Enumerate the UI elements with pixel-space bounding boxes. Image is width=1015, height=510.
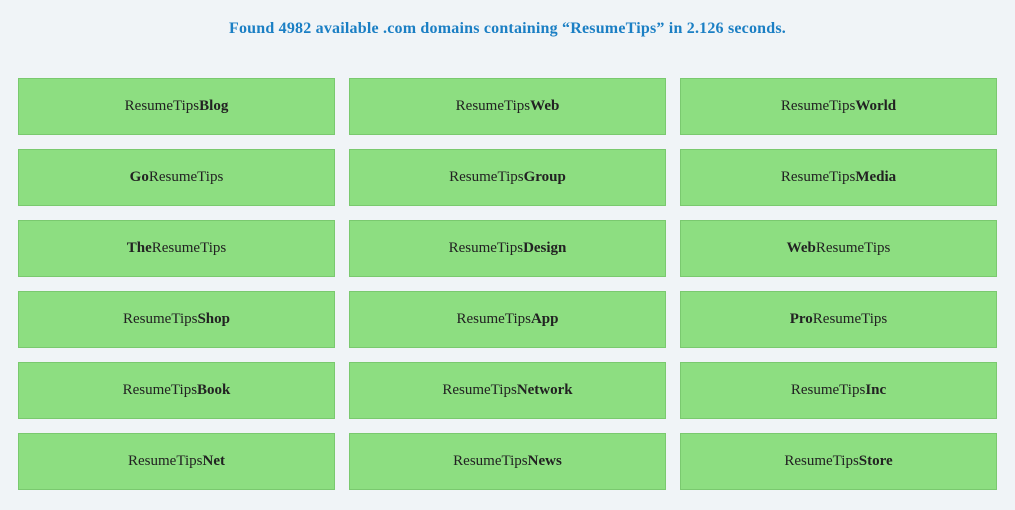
domain-card[interactable]: ResumeTipsNet — [18, 433, 335, 490]
domain-suffix: Shop — [197, 311, 230, 327]
domain-base: ResumeTips — [816, 240, 890, 256]
domain-base: ResumeTips — [457, 311, 531, 327]
domain-base: ResumeTips — [791, 382, 865, 398]
domain-card[interactable]: ResumeTipsBook — [18, 362, 335, 419]
domain-base: ResumeTips — [449, 240, 523, 256]
domain-card[interactable]: GoResumeTips — [18, 149, 335, 206]
domain-prefix: Web — [787, 240, 816, 256]
domain-prefix: Pro — [790, 311, 813, 327]
domain-base: ResumeTips — [784, 453, 858, 469]
domain-suffix: Net — [202, 453, 225, 469]
domain-suffix: Design — [523, 240, 566, 256]
domain-suffix: Media — [855, 169, 896, 185]
domain-suffix: Store — [859, 453, 893, 469]
domain-suffix: News — [528, 453, 562, 469]
domain-suffix: Web — [530, 98, 559, 114]
domain-suffix: World — [855, 98, 896, 114]
domain-base: ResumeTips — [442, 382, 516, 398]
domain-card[interactable]: ResumeTipsMedia — [680, 149, 997, 206]
domain-card[interactable]: ResumeTipsNews — [349, 433, 666, 490]
domain-suffix: Book — [197, 382, 230, 398]
domain-base: ResumeTips — [123, 382, 197, 398]
domain-base: ResumeTips — [123, 311, 197, 327]
domain-suffix: Inc — [865, 382, 886, 398]
domain-base: ResumeTips — [813, 311, 887, 327]
domain-prefix: Go — [130, 169, 149, 185]
domain-card[interactable]: ProResumeTips — [680, 291, 997, 348]
domain-prefix: The — [127, 240, 152, 256]
domain-base: ResumeTips — [149, 169, 223, 185]
domain-card[interactable]: ResumeTipsShop — [18, 291, 335, 348]
domain-base: ResumeTips — [128, 453, 202, 469]
domain-suffix: Blog — [199, 98, 228, 114]
domain-card[interactable]: ResumeTipsBlog — [18, 78, 335, 135]
domain-card[interactable]: ResumeTipsWeb — [349, 78, 666, 135]
domain-card[interactable]: WebResumeTips — [680, 220, 997, 277]
domain-base: ResumeTips — [781, 169, 855, 185]
domain-base: ResumeTips — [152, 240, 226, 256]
domain-card[interactable]: ResumeTipsGroup — [349, 149, 666, 206]
domain-base: ResumeTips — [453, 453, 527, 469]
domain-card[interactable]: ResumeTipsWorld — [680, 78, 997, 135]
domain-suffix: Group — [524, 169, 566, 185]
domain-base: ResumeTips — [781, 98, 855, 114]
domain-base: ResumeTips — [456, 98, 530, 114]
domain-card[interactable]: TheResumeTips — [18, 220, 335, 277]
domain-suffix: App — [531, 311, 559, 327]
domain-card[interactable]: ResumeTipsNetwork — [349, 362, 666, 419]
domain-suffix: Network — [517, 382, 573, 398]
domain-base: ResumeTips — [125, 98, 199, 114]
results-heading: Found 4982 available .com domains contai… — [18, 20, 997, 38]
domain-card[interactable]: ResumeTipsApp — [349, 291, 666, 348]
domain-card[interactable]: ResumeTipsInc — [680, 362, 997, 419]
domain-card[interactable]: ResumeTipsStore — [680, 433, 997, 490]
domain-base: ResumeTips — [449, 169, 523, 185]
domain-grid: ResumeTipsBlogResumeTipsWebResumeTipsWor… — [18, 78, 997, 490]
domain-card[interactable]: ResumeTipsDesign — [349, 220, 666, 277]
